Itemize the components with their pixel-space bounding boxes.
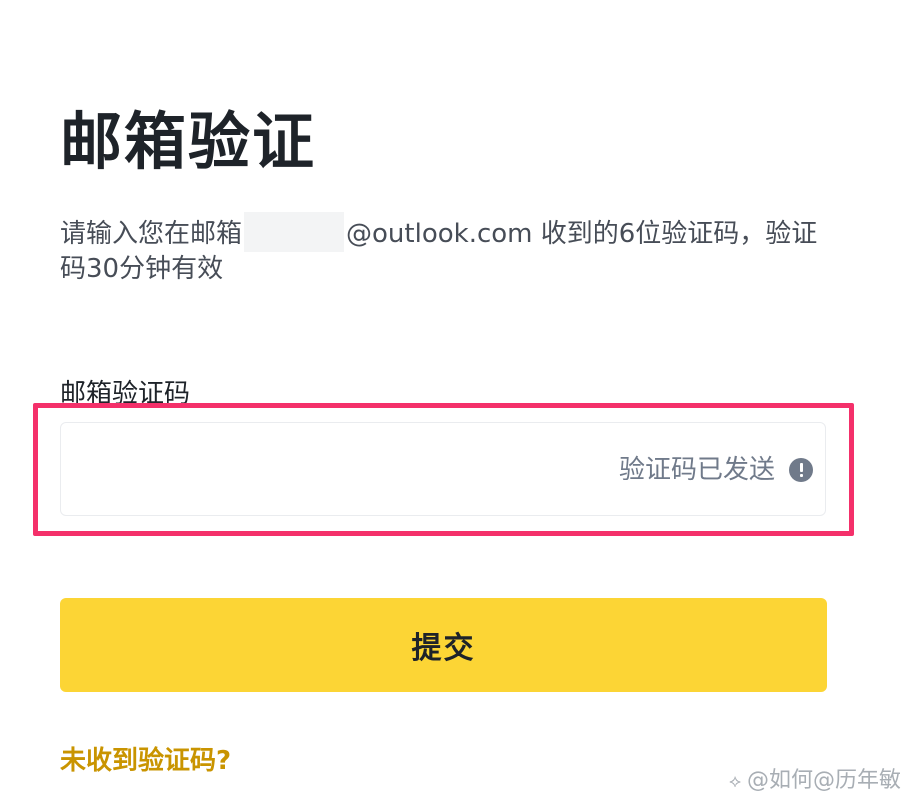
masked-email [244,212,345,252]
code-sent-status: 验证码已发送 [618,455,775,485]
page-title: 邮箱验证 [60,105,317,178]
share-icon: ⟡ [729,771,741,792]
submit-button[interactable]: 提交 [60,598,827,692]
code-input-container[interactable]: 验证码已发送 [60,422,826,516]
code-input[interactable] [75,437,599,501]
resend-code-link[interactable]: 未收到验证码? [60,744,231,778]
watermark: ⟡ @如何@历年敏 [729,764,901,799]
verification-description: 请输入您在邮箱 @outlook.com 收到的6位验证码，验证码30分钟有效 [60,212,830,286]
watermark-text: @如何@历年敏 [746,768,901,793]
exclamation-circle-icon [789,458,813,482]
description-prefix: 请输入您在邮箱 [60,219,243,249]
